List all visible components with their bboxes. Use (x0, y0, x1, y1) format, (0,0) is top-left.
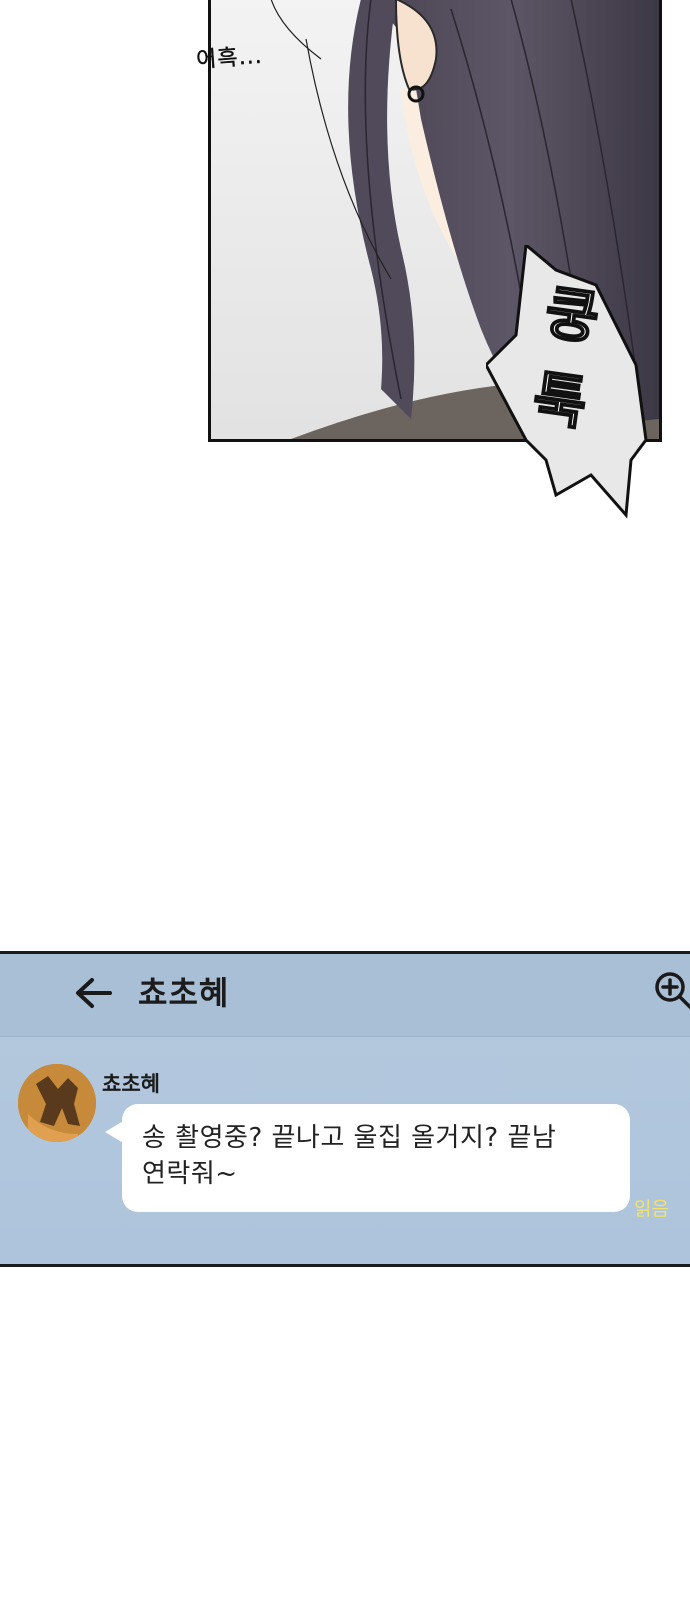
message-line: 송 촬영중? 끝나고 울집 올거지? 끝남 (142, 1123, 557, 1153)
sound-effect-sigh: 어흑... (195, 43, 264, 74)
chat-screen: 쵸초혜 쵸초혜 송 촬영중? 끝나고 울집 올거지? 끝남 연락줘~ 읽음 (0, 951, 690, 1267)
message-line: 연락줘~ (142, 1159, 238, 1189)
read-receipt: 읽음 (634, 1198, 669, 1220)
avatar-image (18, 1064, 96, 1142)
zoom-in-icon[interactable] (653, 970, 690, 1010)
chat-room-title: 쵸초혜 (138, 974, 230, 1012)
avatar[interactable] (18, 1064, 96, 1142)
arrow-left-icon[interactable] (74, 976, 114, 1010)
chat-header: 쵸초혜 (0, 954, 690, 1037)
sender-name: 쵸초혜 (102, 1072, 160, 1096)
message-bubble[interactable]: 송 촬영중? 끝나고 울집 올거지? 끝남 연락줘~ (122, 1104, 630, 1212)
